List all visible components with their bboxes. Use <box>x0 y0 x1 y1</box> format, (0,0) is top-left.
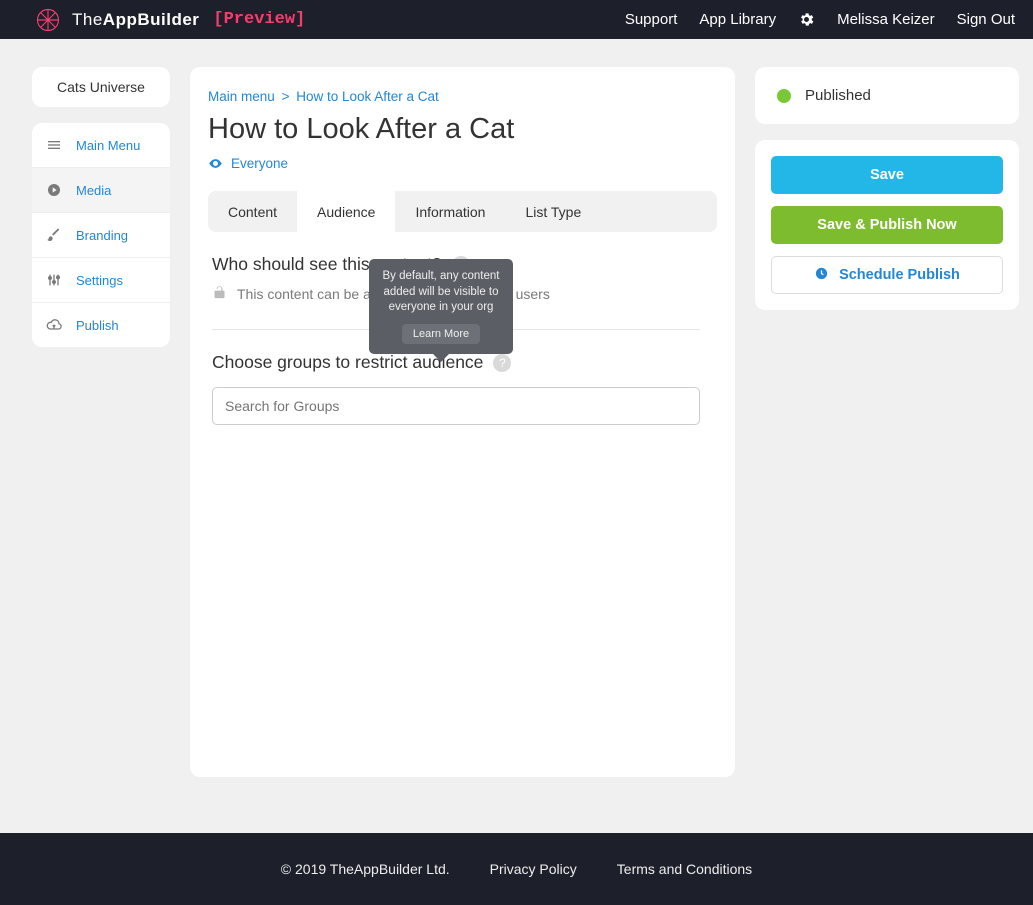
eye-icon <box>208 156 223 171</box>
lock-open-icon <box>212 285 227 303</box>
sidenav-label: Settings <box>76 273 123 288</box>
breadcrumb: Main menu > How to Look After a Cat <box>208 89 717 104</box>
sidenav-label: Publish <box>76 318 119 333</box>
tooltip-text: By default, any content added will be vi… <box>377 269 505 316</box>
nav-user[interactable]: Melissa Keizer <box>837 11 935 28</box>
footer-terms[interactable]: Terms and Conditions <box>617 861 752 877</box>
tab-audience[interactable]: Audience <box>297 191 395 232</box>
visibility-row[interactable]: Everyone <box>208 156 717 171</box>
logo-icon <box>34 6 62 34</box>
sidenav-item-publish[interactable]: Publish <box>32 303 170 347</box>
tabs: Content Audience Information List Type <box>208 191 717 232</box>
status-label: Published <box>805 87 871 104</box>
status-dot-icon <box>777 89 791 103</box>
actions-card: Save Save & Publish Now Schedule Publish <box>755 140 1019 310</box>
nav-links: Support App Library Melissa Keizer Sign … <box>625 11 1015 28</box>
content-card: Main menu > How to Look After a Cat How … <box>190 67 735 777</box>
save-button[interactable]: Save <box>771 156 1003 194</box>
sidenav-item-branding[interactable]: Branding <box>32 213 170 258</box>
crumb-sep: > <box>282 89 290 104</box>
schedule-label: Schedule Publish <box>839 267 960 283</box>
footer-privacy[interactable]: Privacy Policy <box>490 861 577 877</box>
tooltip: By default, any content added will be vi… <box>369 259 513 354</box>
clock-icon <box>814 266 829 285</box>
play-icon <box>46 182 62 198</box>
sidenav-label: Main Menu <box>76 138 140 153</box>
brand-name: TheAppBuilder <box>72 10 199 30</box>
brand-preview-tag: [Preview] <box>213 10 305 29</box>
nav-support[interactable]: Support <box>625 11 678 28</box>
page-title: How to Look After a Cat <box>208 113 717 146</box>
sidenav-label: Media <box>76 183 111 198</box>
sidenav-label: Branding <box>76 228 128 243</box>
tab-content[interactable]: Content <box>208 191 297 232</box>
brush-icon <box>46 227 62 243</box>
tab-information[interactable]: Information <box>395 191 505 232</box>
gear-icon[interactable] <box>798 11 815 28</box>
top-nav: TheAppBuilder [Preview] Support App Libr… <box>0 0 1033 39</box>
sliders-icon <box>46 272 62 288</box>
crumb-root[interactable]: Main menu <box>208 89 275 104</box>
nav-library[interactable]: App Library <box>699 11 776 28</box>
help-icon[interactable]: ? <box>493 354 511 372</box>
sidenav-item-media[interactable]: Media <box>32 168 170 213</box>
status-card: Published <box>755 67 1019 124</box>
cloud-icon <box>46 317 62 333</box>
nav-signout[interactable]: Sign Out <box>957 11 1015 28</box>
visibility-label: Everyone <box>231 156 288 171</box>
sidenav-item-main[interactable]: Main Menu <box>32 123 170 168</box>
groups-search-input[interactable] <box>212 387 700 425</box>
crumb-current[interactable]: How to Look After a Cat <box>296 89 439 104</box>
footer: © 2019 TheAppBuilder Ltd. Privacy Policy… <box>0 833 1033 905</box>
app-name-chip[interactable]: Cats Universe <box>32 67 170 107</box>
save-publish-button[interactable]: Save & Publish Now <box>771 206 1003 244</box>
sidenav-item-settings[interactable]: Settings <box>32 258 170 303</box>
learn-more-button[interactable]: Learn More <box>402 324 480 345</box>
side-nav: Main Menu Media Branding Settings Publis… <box>32 123 170 347</box>
tab-listtype[interactable]: List Type <box>505 191 601 232</box>
brand[interactable]: TheAppBuilder [Preview] <box>34 6 305 34</box>
menu-icon <box>46 137 62 153</box>
footer-copyright: © 2019 TheAppBuilder Ltd. <box>281 861 450 877</box>
schedule-button[interactable]: Schedule Publish <box>771 256 1003 294</box>
